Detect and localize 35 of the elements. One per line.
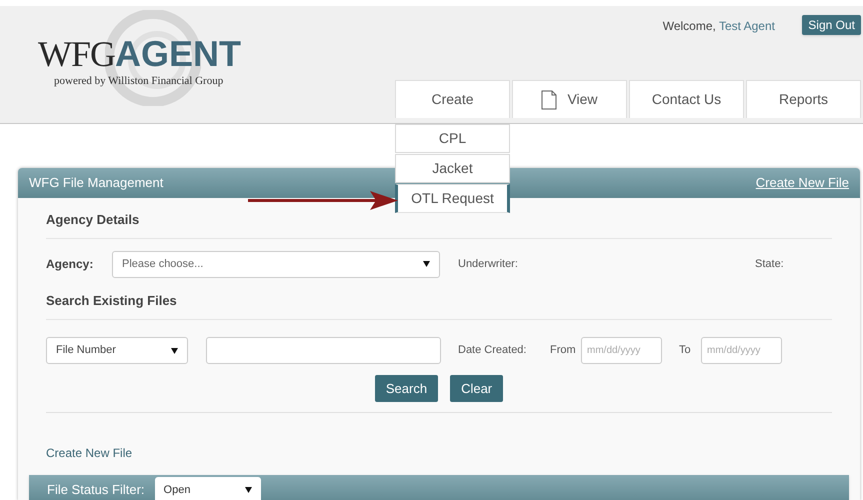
create-new-file-link[interactable]: Create New File [46,446,132,460]
logo-brand: WFG [38,36,115,72]
field-label: Agency: [46,256,94,273]
menu-item[interactable]: OTL Request [395,184,510,213]
nav-tab[interactable]: View [512,80,627,118]
field-label: To [679,343,692,358]
caret-icon [423,261,430,267]
file-type-dropdown[interactable]: File Number [46,337,188,364]
clear-button[interactable]: Clear [450,375,504,402]
date-to-field[interactable]: mm/dd/yyyy [701,337,782,364]
field-label: Date Created: [458,343,528,358]
menu-item[interactable]: Jacket [395,154,510,183]
section-heading: Search Existing Files [46,293,177,308]
nav-tab[interactable]: Create [395,80,510,118]
logo-product: AGENT [115,36,241,72]
search-button[interactable]: Search [374,375,438,402]
field-label: File Status Filter: [47,481,145,500]
nav-tab[interactable]: Contact Us [629,80,744,118]
date-from-field[interactable]: mm/dd/yyyy [581,337,662,364]
panel-title: WFG File Management [29,174,164,192]
user-link[interactable]: Test Agent [718,19,775,33]
field-label: Underwriter: [458,256,519,272]
nav-tab[interactable]: Reports [746,80,861,118]
field-label: State: [755,256,784,272]
section-heading: Agency Details [46,212,140,227]
caret-icon [171,348,178,354]
caret-icon [244,487,252,493]
agency-dropdown[interactable]: Please choose... [112,250,440,278]
status-dropdown[interactable]: Open [154,477,261,500]
sign-out-button[interactable]: Sign Out [802,15,861,35]
field-label: From [550,343,577,358]
welcome-text: Welcome, Test Agent [662,18,775,35]
menu-item[interactable]: CPL [395,124,510,153]
file-number-field[interactable] [206,337,441,364]
logo-tagline: powered by Williston Financial Group [54,74,224,89]
